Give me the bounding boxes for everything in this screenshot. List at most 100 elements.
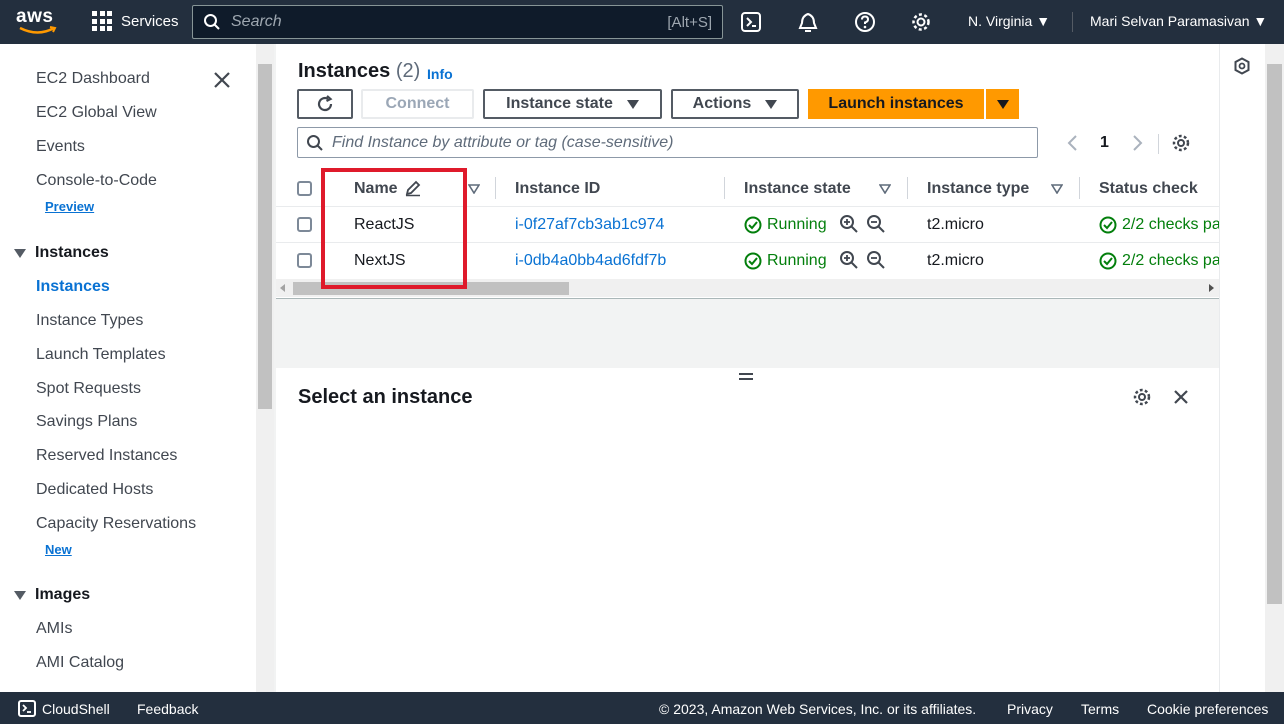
split-panel-gap [276, 298, 1219, 368]
user-menu[interactable]: Mari Selvan Paramasivan ▼ [1090, 13, 1267, 29]
actions-button[interactable]: Actions [671, 89, 799, 119]
status-check-label: 2/2 checks pa [1122, 252, 1221, 269]
details-panel [276, 368, 1219, 692]
column-header-instance-state[interactable]: Instance state [744, 180, 851, 198]
cloudshell-icon[interactable] [740, 11, 762, 33]
row-checkbox[interactable] [297, 217, 312, 232]
launch-dropdown-button[interactable] [986, 89, 1019, 119]
instance-count: (2) [395, 60, 421, 82]
scrollbar-thumb[interactable] [1267, 64, 1282, 604]
zoom-out-icon[interactable] [866, 250, 886, 270]
sidebar-item-instance-types[interactable]: Instance Types [36, 312, 143, 330]
search-icon [204, 14, 220, 30]
search-input[interactable]: Search [Alt+S] [192, 5, 723, 39]
caret-down-icon [996, 99, 1009, 109]
filter-input[interactable]: Find Instance by attribute or tag (case-… [297, 127, 1038, 158]
nav-divider [1072, 12, 1073, 32]
scrollbar-thumb[interactable] [258, 64, 272, 409]
sort-icon[interactable] [468, 184, 480, 194]
terms-link[interactable]: Terms [1081, 701, 1119, 717]
close-icon[interactable] [1173, 389, 1189, 405]
refresh-icon [317, 95, 333, 112]
page-scrollbar[interactable] [1265, 44, 1284, 692]
search-shortcut: [Alt+S] [667, 13, 712, 31]
search-icon [307, 134, 323, 151]
instance-id-link[interactable]: i-0f27af7cb3ab1c974 [515, 216, 664, 234]
help-icon[interactable] [854, 11, 876, 33]
cloudshell-icon[interactable] [18, 700, 36, 717]
preview-badge[interactable]: Preview [45, 199, 94, 214]
sidebar-item-savings-plans[interactable]: Savings Plans [36, 413, 137, 431]
sidebar-item-instances[interactable]: Instances [36, 278, 110, 296]
sidebar-item-console-to-code[interactable]: Console-to-Code [36, 172, 157, 190]
settings-gear-icon[interactable] [910, 11, 932, 33]
pager-divider [1158, 134, 1159, 154]
page-number[interactable]: 1 [1100, 134, 1109, 152]
row-checkbox[interactable] [297, 253, 312, 268]
launch-instances-button[interactable]: Launch instances [808, 89, 984, 119]
sidebar-item-amis[interactable]: AMIs [36, 620, 72, 638]
scroll-left-arrow-icon[interactable] [280, 284, 285, 292]
check-circle-icon [744, 216, 762, 234]
zoom-out-icon[interactable] [866, 214, 886, 234]
status-check: 2/2 checks pa [1099, 216, 1221, 234]
cloudshell-link[interactable]: CloudShell [42, 701, 110, 717]
aws-logo-text: aws [16, 6, 54, 27]
select-all-checkbox[interactable] [297, 181, 312, 196]
sidebar-group-instances[interactable]: Instances [14, 244, 109, 262]
region-selector[interactable]: N. Virginia ▼ [968, 13, 1050, 29]
drag-handle-icon[interactable] [739, 373, 753, 381]
sidebar-item-ec2-global-view[interactable]: EC2 Global View [36, 104, 157, 122]
sidebar-item-spot-requests[interactable]: Spot Requests [36, 380, 141, 398]
zoom-in-icon[interactable] [839, 214, 859, 234]
sidebar-item-capacity-reservations[interactable]: Capacity Reservations [36, 515, 196, 533]
check-circle-icon [1099, 216, 1117, 234]
new-badge[interactable]: New [45, 542, 72, 557]
close-icon[interactable] [212, 70, 232, 90]
column-header-instance-id[interactable]: Instance ID [515, 180, 600, 198]
top-navigation: aws Services Search [Alt+S] N. Virginia … [0, 0, 1284, 44]
sidebar-item-ami-catalog[interactable]: AMI Catalog [36, 654, 124, 672]
check-circle-icon [744, 252, 762, 270]
filter-placeholder: Find Instance by attribute or tag (case-… [332, 133, 674, 151]
chevron-right-icon[interactable] [1130, 134, 1144, 152]
privacy-link[interactable]: Privacy [1007, 701, 1053, 717]
connect-button[interactable]: Connect [361, 89, 474, 119]
preferences-gear-icon[interactable] [1171, 133, 1191, 153]
column-separator [724, 177, 725, 199]
notifications-icon[interactable] [797, 11, 819, 33]
services-menu[interactable]: Services [92, 11, 179, 31]
column-header-status-check[interactable]: Status check [1099, 180, 1198, 198]
sidebar-item-events[interactable]: Events [36, 138, 85, 156]
feedback-link[interactable]: Feedback [137, 701, 198, 717]
sidebar-item-reserved-instances[interactable]: Reserved Instances [36, 447, 177, 465]
column-header-instance-type[interactable]: Instance type [927, 180, 1029, 198]
aws-smile-icon [19, 26, 57, 34]
instance-id-link[interactable]: i-0db4a0bb4ad6fdf7b [515, 252, 666, 270]
status-check: 2/2 checks pa [1099, 252, 1221, 270]
sidebar-group-images[interactable]: Images [14, 586, 90, 604]
actions-label: Actions [692, 95, 752, 112]
sidebar-item-dedicated-hosts[interactable]: Dedicated Hosts [36, 481, 153, 499]
info-link[interactable]: Info [427, 66, 453, 82]
instance-state-label: Running [767, 216, 827, 233]
instance-state-button[interactable]: Instance state [483, 89, 662, 119]
sort-icon[interactable] [879, 184, 891, 194]
grid-icon [92, 11, 112, 31]
sidebar-scrollbar[interactable] [256, 44, 274, 692]
services-label: Services [121, 12, 179, 30]
caret-down-icon [14, 248, 26, 258]
refresh-button[interactable] [297, 89, 353, 119]
zoom-in-icon[interactable] [839, 250, 859, 270]
sort-icon[interactable] [1051, 184, 1063, 194]
split-panel-settings-icon[interactable] [1132, 387, 1152, 407]
scroll-right-arrow-icon[interactable] [1209, 284, 1214, 292]
status-check-label: 2/2 checks pa [1122, 216, 1221, 233]
aws-logo[interactable]: aws [16, 6, 62, 36]
sidebar-item-launch-templates[interactable]: Launch Templates [36, 346, 166, 364]
cube-icon[interactable] [1233, 57, 1251, 75]
sidebar-group-label: Images [35, 586, 91, 603]
chevron-left-icon[interactable] [1066, 134, 1080, 152]
cookie-preferences-link[interactable]: Cookie preferences [1147, 701, 1268, 717]
sidebar-item-ec2-dashboard[interactable]: EC2 Dashboard [36, 70, 150, 88]
